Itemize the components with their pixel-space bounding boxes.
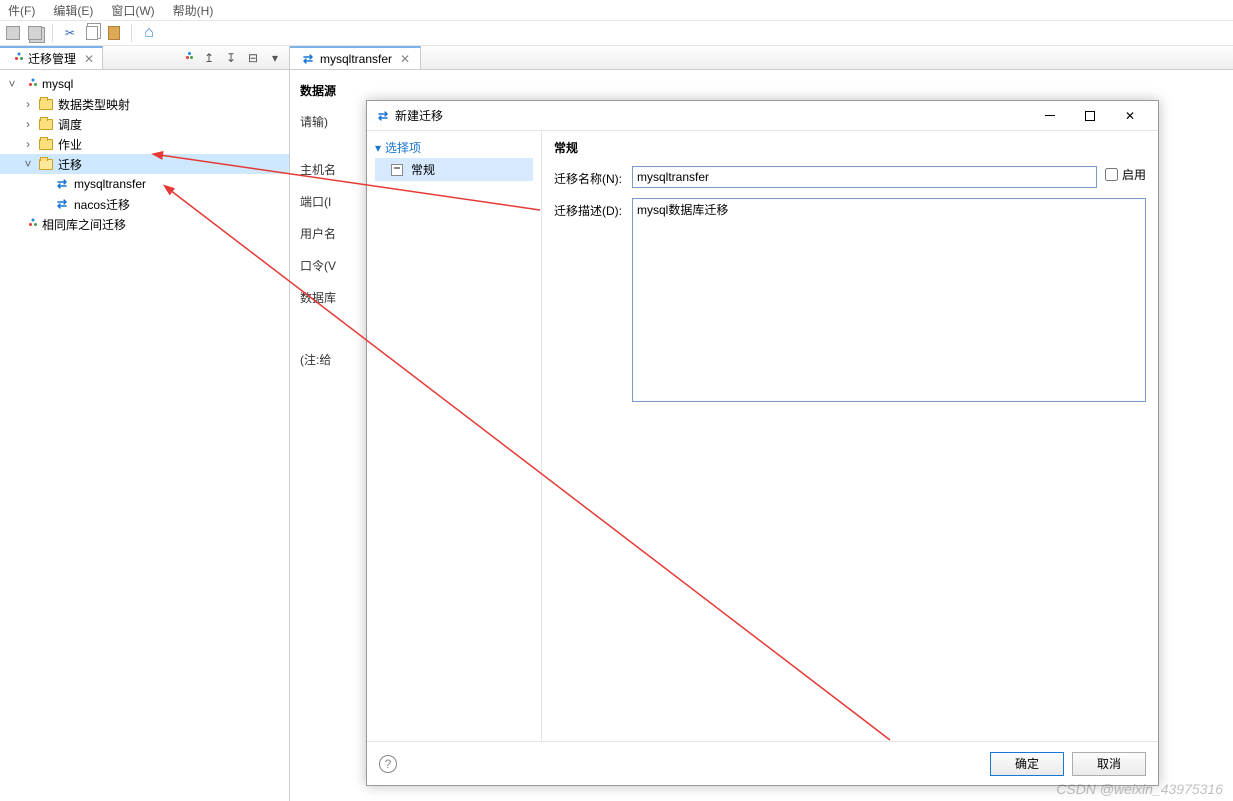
sidebar-tab-label: 迁移管理 — [28, 50, 76, 67]
minimize-button[interactable] — [1030, 102, 1070, 130]
tree-node-mysql[interactable]: ˅ mysql — [0, 74, 289, 94]
tree-node-jobs[interactable]: › 作业 — [0, 134, 289, 154]
paste-icon[interactable] — [105, 24, 123, 42]
folder-open-icon — [38, 156, 54, 172]
migration-name-input[interactable] — [632, 166, 1097, 188]
user-label: 用户名 — [300, 225, 360, 242]
tree-node-migration[interactable]: ˅ 迁移 — [0, 154, 289, 174]
folder-icon — [38, 96, 54, 112]
dialog-title: 新建迁移 — [391, 107, 1030, 124]
form-icon — [389, 162, 405, 178]
db-manage-icon — [8, 51, 24, 67]
view-menu-icon[interactable] — [267, 50, 283, 66]
menu-file[interactable]: 件(F) — [4, 0, 39, 21]
editor-tab-mysqltransfer[interactable]: mysqltransfer ✕ — [290, 46, 421, 69]
maximize-button[interactable] — [1070, 102, 1110, 130]
chevron-down-icon: ▾ — [375, 141, 381, 155]
editor-tab-label: mysqltransfer — [320, 52, 392, 66]
help-icon[interactable]: ? — [379, 755, 397, 773]
migration-desc-label: 迁移描述(D): — [554, 198, 632, 219]
transfer-icon — [54, 196, 70, 212]
dialog-titlebar[interactable]: 新建迁移 — [367, 101, 1158, 131]
home-icon[interactable] — [140, 24, 158, 42]
save-icon[interactable] — [4, 24, 22, 42]
menu-edit[interactable]: 编辑(E) — [49, 0, 97, 21]
enable-checkbox[interactable]: 启用 — [1105, 166, 1146, 183]
folder-icon — [38, 116, 54, 132]
connections-icon[interactable] — [179, 50, 195, 66]
collapse-all-icon[interactable] — [245, 50, 261, 66]
close-icon[interactable]: ✕ — [400, 52, 410, 66]
import-icon[interactable] — [223, 50, 239, 66]
folder-icon — [38, 136, 54, 152]
toolbar-separator — [52, 24, 53, 42]
menu-bar: 件(F) 编辑(E) 窗口(W) 帮助(H) — [0, 0, 1233, 20]
tree-node-type-mapping[interactable]: › 数据类型映射 — [0, 94, 289, 114]
db-label: 数据库 — [300, 289, 360, 306]
enable-checkbox-input[interactable] — [1105, 168, 1118, 181]
toolbar-separator — [131, 24, 132, 42]
menu-help[interactable]: 帮助(H) — [169, 0, 218, 21]
migration-tree: ˅ mysql › 数据类型映射 › 调度 › 作业 ˅ 迁移 — [0, 70, 289, 801]
close-button[interactable] — [1110, 102, 1150, 130]
nav-options-header[interactable]: ▾ 选择项 — [375, 137, 533, 158]
tree-node-mysqltransfer[interactable]: mysqltransfer — [0, 174, 289, 194]
note-label: (注:给 — [300, 351, 360, 368]
migration-desc-textarea[interactable] — [632, 198, 1146, 402]
tree-node-nacos[interactable]: nacos迁移 — [0, 194, 289, 214]
cancel-button[interactable]: 取消 — [1072, 752, 1146, 776]
transfer-icon — [375, 108, 391, 124]
tree-node-same-db[interactable]: 相同库之间迁移 — [0, 214, 289, 234]
transfer-icon — [54, 176, 70, 192]
sidebar: 迁移管理 ✕ ˅ mysql › 数据类型映射 — [0, 46, 290, 801]
nav-item-general[interactable]: 常规 — [375, 158, 533, 181]
save-all-icon[interactable] — [26, 24, 44, 42]
db-icon — [22, 216, 38, 232]
close-icon[interactable]: ✕ — [84, 52, 94, 66]
menu-window[interactable]: 窗口(W) — [107, 0, 158, 21]
main-toolbar — [0, 20, 1233, 46]
ok-button[interactable]: 确定 — [990, 752, 1064, 776]
form-section-title: 常规 — [554, 139, 1146, 156]
migration-name-label: 迁移名称(N): — [554, 166, 632, 187]
tree-node-schedule[interactable]: › 调度 — [0, 114, 289, 134]
export-icon[interactable] — [201, 50, 217, 66]
db-icon — [22, 76, 38, 92]
sidebar-tab-migration[interactable]: 迁移管理 ✕ — [0, 46, 103, 69]
password-label: 口令(V — [300, 257, 360, 274]
dialog-nav: ▾ 选择项 常规 — [367, 131, 542, 741]
port-label: 端口(I — [300, 193, 360, 210]
transfer-icon — [300, 51, 316, 67]
cut-icon[interactable] — [61, 24, 79, 42]
new-migration-dialog: 新建迁移 ▾ 选择项 常规 常规 迁移名称(N): 启用 — [366, 100, 1159, 786]
hint-label: 请输) — [300, 113, 360, 130]
copy-icon[interactable] — [83, 24, 101, 42]
host-label: 主机名 — [300, 161, 360, 178]
section-datasource: 数据源 — [300, 82, 1223, 99]
